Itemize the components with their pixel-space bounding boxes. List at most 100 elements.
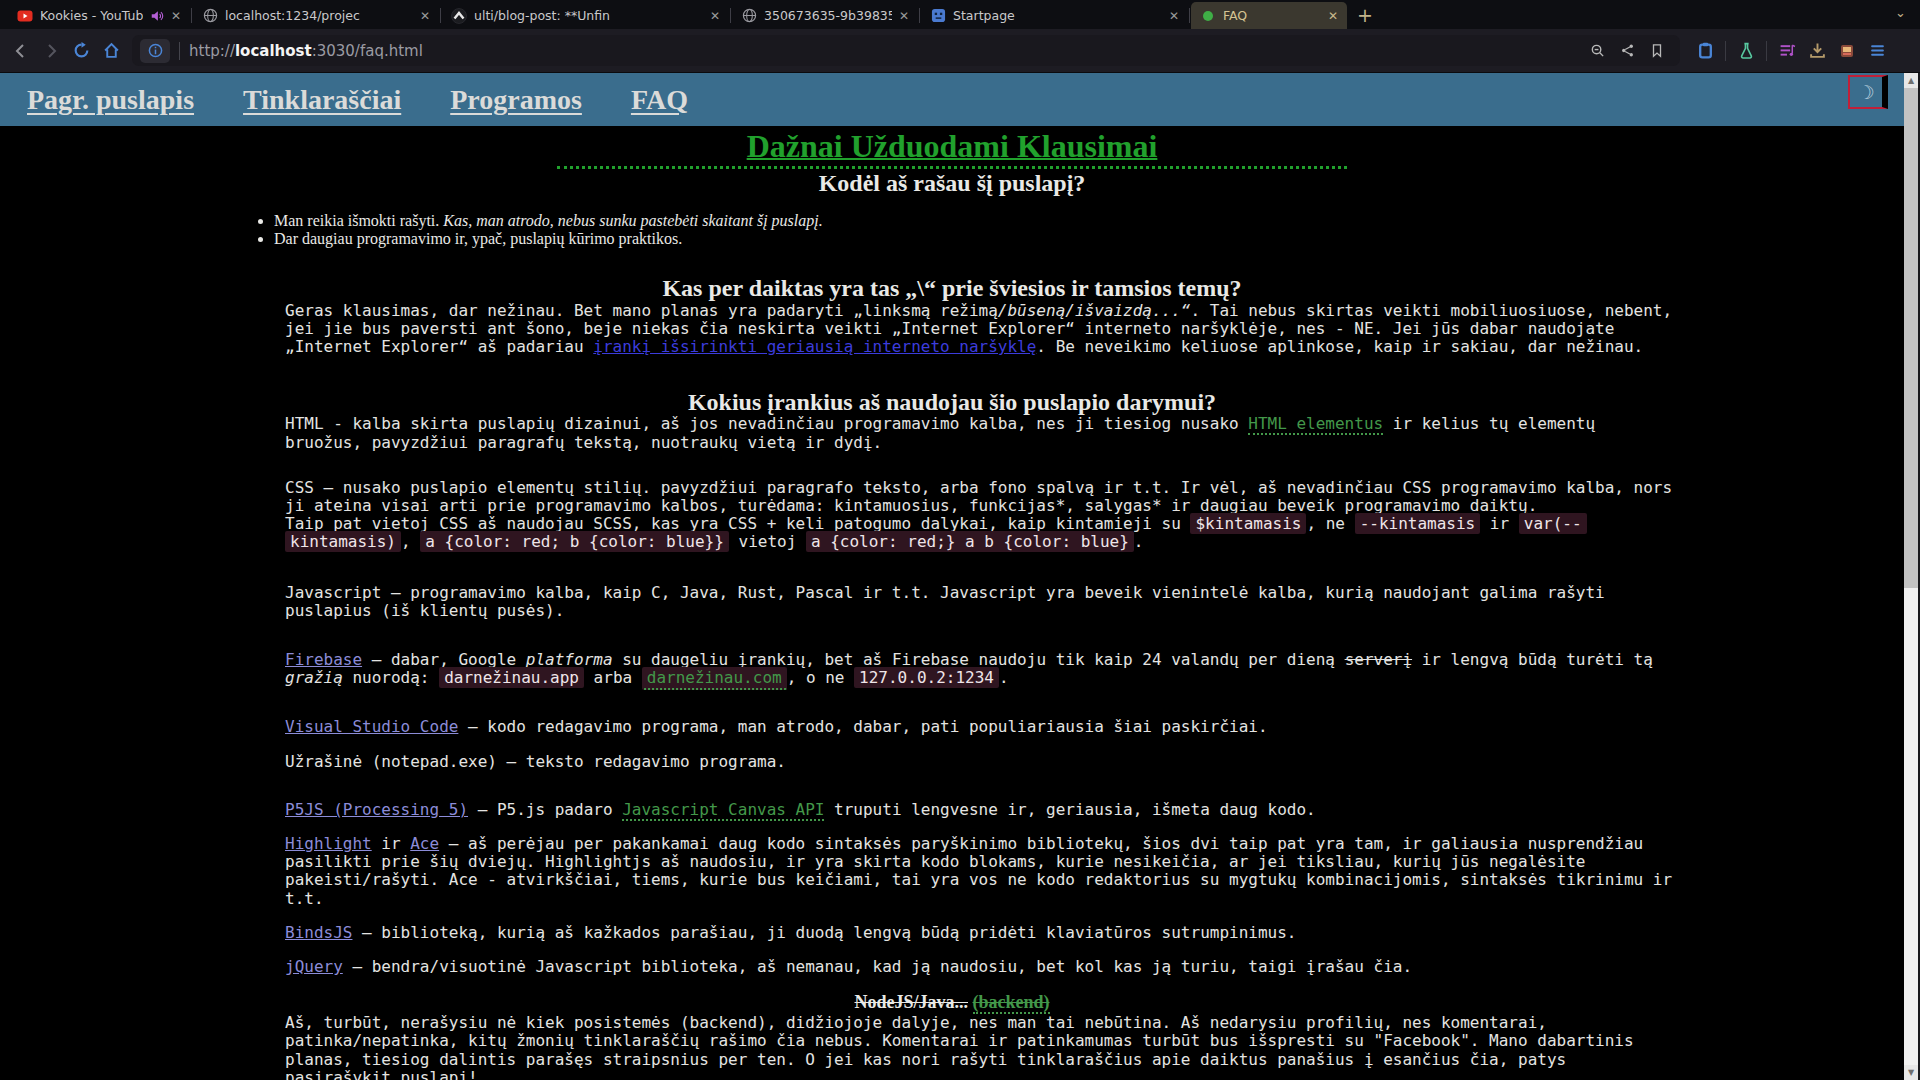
paragraph: CSS – nusako puslapio elementų stilių. p…	[285, 479, 1715, 552]
tab-separator	[919, 8, 920, 23]
browser-tab[interactable]: localhost:1234/projec✕	[193, 2, 439, 29]
tab-title: ulti/blog-post: **Unfin	[474, 8, 703, 23]
link[interactable]: jQuery	[285, 957, 343, 976]
text-span: nuorodą:	[343, 668, 439, 687]
text-span: . Tai nebus skirtas veikti mobiliuosiuos…	[1190, 301, 1672, 320]
text-span: pakeisti/rašyti. Ace - atvirkščiai, tiem…	[285, 870, 1672, 889]
startpage-icon	[930, 8, 946, 24]
tab-title: Startpage	[953, 8, 1162, 23]
scrollbar-thumb[interactable]	[1904, 88, 1918, 588]
link[interactable]: Firebase	[285, 650, 362, 669]
tab-close-icon[interactable]: ✕	[420, 9, 430, 23]
url-bar[interactable]: http://localhost:3030/faq.html	[132, 35, 1680, 66]
text-span: Geras klausimas, dar nežinau. Bet mano p…	[285, 301, 998, 320]
text-line: Užrašinė (notepad.exe) – teksto redagavi…	[285, 753, 1715, 771]
globe-icon	[202, 8, 218, 24]
tab-bar: Kookies - YouTube✕localhost:1234/projec✕…	[0, 0, 1920, 29]
text-span: jei jie bus paversti ant šono, beje niek…	[285, 319, 1614, 338]
text-line: „Internet Explorer“ aš padariau įrankį i…	[285, 338, 1715, 356]
tab-close-icon[interactable]: ✕	[171, 9, 181, 23]
link[interactable]: BindsJS	[285, 923, 352, 942]
playlist-extension-icon[interactable]	[1772, 36, 1802, 66]
theme-toggle-button[interactable]: ☽	[1848, 75, 1888, 109]
text-span: Kas, man atrodo, nebus sunku pastebėti s…	[443, 212, 822, 229]
scroll-up-arrow[interactable]: ▲	[1904, 73, 1918, 88]
nav-link[interactable]: Pagr. puslapis	[27, 84, 194, 116]
zoom-out-icon[interactable]	[1582, 36, 1612, 66]
page-scrollbar[interactable]: ▲ ▼	[1904, 73, 1920, 1080]
flask-extension-icon[interactable]	[1731, 36, 1761, 66]
browser-tab[interactable]: FAQ ✕	[1191, 2, 1347, 29]
link[interactable]: Javascript Canvas API	[622, 800, 824, 821]
text-line: Highlight ir Ace – aš perėjau per pakank…	[285, 835, 1715, 853]
text-line: CSS – nusako puslapio elementų stilių. p…	[285, 479, 1715, 497]
text-line: t.t.	[285, 890, 1715, 908]
forward-button[interactable]	[36, 36, 66, 66]
site-info-icon[interactable]	[140, 39, 170, 63]
text-span	[968, 992, 973, 1012]
browser-tab[interactable]: ulti/blog-post: **Unfin ✕	[442, 2, 729, 29]
list-tabs-chevron-icon[interactable]: ⌄	[1895, 5, 1906, 20]
text-span: . Be neveikimo keliuose aplinkose, kaip …	[1036, 337, 1643, 356]
text-span: /būseną/išvaizdą...“	[998, 301, 1191, 320]
text-span: truputi lengvesne ir, geriausia, išmeta …	[824, 800, 1315, 819]
share-icon[interactable]	[1612, 36, 1642, 66]
link[interactable]: įrankį išsirinkti geriausią interneto na…	[593, 337, 1036, 356]
clipboard-extension-icon[interactable]	[1690, 36, 1720, 66]
tab-audio-icon[interactable]	[150, 9, 164, 23]
text-span: Javascript – programavimo kalba, kaip C,…	[285, 583, 1605, 602]
text-line: jei jie bus paversti ant šono, beje niek…	[285, 320, 1715, 338]
home-button[interactable]	[96, 36, 126, 66]
text-span: Užrašinė (notepad.exe) – teksto redagavi…	[285, 752, 786, 771]
back-button[interactable]	[6, 36, 36, 66]
paragraph: Highlight ir Ace – aš perėjau per pakank…	[285, 835, 1715, 908]
text-line: Geras klausimas, dar nežinau. Bet mano p…	[285, 302, 1715, 320]
bookmark-icon[interactable]	[1642, 36, 1672, 66]
text-span: Kas per daiktas yra tas „\“ prie šviesio…	[662, 275, 1241, 301]
text-line: gražią nuorodą: darnežinau.app arba darn…	[285, 669, 1715, 687]
nav-link[interactable]: FAQ	[631, 84, 688, 116]
reload-button[interactable]	[66, 36, 96, 66]
tab-close-icon[interactable]: ✕	[1169, 9, 1179, 23]
text-span: Aš, turbūt, nerašysiu nė kiek posistemės…	[285, 1013, 1547, 1032]
text-span: su daugeliu įrankių, bet aš Firebase nau…	[613, 650, 1345, 669]
new-tab-button[interactable]: +	[1357, 4, 1373, 26]
text-span: .	[1134, 532, 1144, 551]
section-heading: NodeJS/Java... (backend)	[0, 992, 1904, 1012]
browser-tab[interactable]: Startpage ✕	[921, 2, 1188, 29]
tab-close-icon[interactable]: ✕	[899, 9, 909, 23]
link[interactable]: Highlight	[285, 834, 372, 853]
link[interactable]: Ace	[410, 834, 439, 853]
text-line: NodeJS/Java... (backend)	[0, 992, 1904, 1012]
link[interactable]: (backend)	[973, 992, 1050, 1014]
inline-code: var(--	[1519, 513, 1587, 534]
main-heading[interactable]: Dažnai Užduodami Klausimai	[557, 128, 1348, 169]
text-line: pasilikti prie šių dviejų. Highlightjs a…	[285, 853, 1715, 871]
text-span: pasilikti prie šių dviejų. Highlightjs a…	[285, 852, 1585, 871]
url-text[interactable]: http://localhost:3030/faq.html	[189, 42, 423, 60]
link[interactable]: darnežinau.com	[642, 667, 787, 690]
text-line: pasirašykit puslapį!	[285, 1069, 1715, 1080]
menu-icon[interactable]	[1862, 36, 1892, 66]
link[interactable]: HTML elementus	[1248, 414, 1383, 435]
paragraph: Geras klausimas, dar nežinau. Bet mano p…	[285, 302, 1715, 357]
profile-extension-icon[interactable]	[1832, 36, 1862, 66]
text-line: ji ateina visai arti prie programavimo k…	[285, 497, 1715, 515]
browser-tab[interactable]: Kookies - YouTube✕	[8, 2, 190, 29]
tab-title: FAQ	[1223, 8, 1321, 23]
nav-link[interactable]: Programos	[450, 84, 582, 116]
text-span: .	[999, 668, 1009, 687]
text-line: Kas per daiktas yra tas „\“ prie šviesio…	[0, 275, 1904, 301]
text-line: planas, tiesiog dalintis parašęs straips…	[285, 1051, 1715, 1069]
tab-close-icon[interactable]: ✕	[1328, 9, 1338, 23]
text-span: Man reikia išmokti rašyti.	[274, 212, 443, 229]
link[interactable]: P5JS (Processing 5)	[285, 800, 468, 819]
text-line: Visual Studio Code – kodo redagavimo pro…	[285, 718, 1715, 736]
browser-tab[interactable]: 350673635-9b39835✕	[732, 2, 918, 29]
scroll-down-arrow[interactable]: ▼	[1904, 1065, 1918, 1080]
nav-link[interactable]: Tinklaraščiai	[243, 84, 401, 116]
link[interactable]: Visual Studio Code	[285, 717, 458, 736]
paragraph: P5JS (Processing 5) – P5.js padaro Javas…	[285, 801, 1715, 819]
tab-close-icon[interactable]: ✕	[710, 9, 720, 23]
download-icon[interactable]	[1802, 36, 1832, 66]
